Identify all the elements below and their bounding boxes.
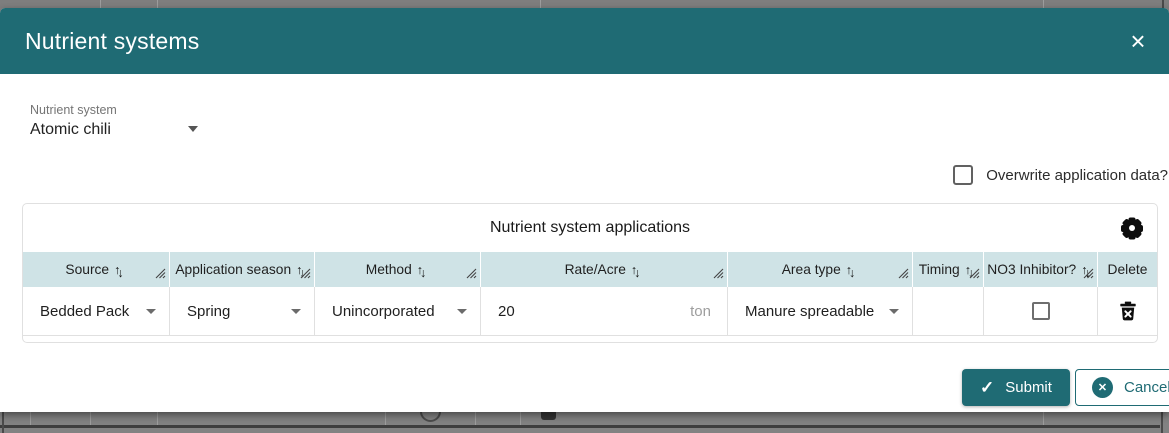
column-resize-icon[interactable] — [155, 267, 166, 282]
timing-cell[interactable] — [912, 287, 983, 335]
nutrient-systems-dialog: Nutrient systems × Nutrient system Atomi… — [0, 8, 1169, 412]
column-header-delete: Delete — [1097, 252, 1157, 287]
cancel-button-label: Cancel — [1124, 379, 1169, 396]
sort-icon: ↑↓ — [630, 262, 641, 280]
overwrite-checkbox-label: Overwrite application data? — [986, 166, 1168, 184]
column-resize-icon[interactable] — [969, 267, 980, 282]
table-title: Nutrient system applications — [489, 219, 691, 236]
method-select[interactable]: Unincorporated — [314, 287, 480, 335]
dimmed-background-top — [0, 0, 1169, 8]
chevron-down-icon — [146, 309, 156, 314]
nutrient-system-select[interactable]: Nutrient system Atomic chili — [30, 103, 198, 139]
chevron-down-icon — [291, 309, 301, 314]
dialog-title: Nutrient systems — [25, 27, 200, 54]
submit-button[interactable]: ✓ Submit — [962, 369, 1070, 406]
sort-icon: ↑↓ — [114, 262, 124, 280]
column-resize-icon[interactable] — [898, 267, 909, 282]
sort-icon: ↑↓ — [845, 262, 856, 280]
delete-row-icon[interactable] — [1119, 301, 1137, 321]
column-header-application-season[interactable]: Application season ↑↓ — [169, 252, 314, 287]
check-icon: ✓ — [980, 377, 995, 397]
nutrient-system-applications-table: Nutrient system applications Source ↑↓ A… — [22, 203, 1158, 343]
overwrite-checkbox[interactable] — [953, 165, 974, 185]
table-title-row: Nutrient system applications — [23, 204, 1157, 252]
table-row: Bedded Pack Spring Unincorporated 20 ton… — [23, 287, 1157, 336]
no3-inhibitor-cell — [983, 287, 1097, 335]
column-header-area-type[interactable]: Area type ↑↓ — [727, 252, 912, 287]
no3-inhibitor-checkbox[interactable] — [1031, 302, 1050, 320]
cancel-circle-x-icon: ✕ — [1092, 377, 1113, 398]
area-type-select[interactable]: Manure spreadable — [727, 287, 912, 335]
column-header-timing[interactable]: Timing ↑↓ — [912, 252, 983, 287]
background-radio-icon — [420, 412, 441, 422]
column-header-rate-acre[interactable]: Rate/Acre ↑↓ — [480, 252, 727, 287]
dimmed-background-bottom — [0, 412, 1169, 433]
gear-icon[interactable] — [1120, 216, 1144, 240]
column-resize-icon[interactable] — [713, 267, 724, 282]
delete-cell — [1097, 287, 1157, 335]
nutrient-system-value: Atomic chili — [30, 121, 111, 138]
column-header-source[interactable]: Source ↑↓ — [23, 252, 169, 287]
background-trash-icon — [541, 412, 556, 420]
cancel-button[interactable]: ✕ Cancel — [1075, 369, 1169, 406]
source-select[interactable]: Bedded Pack — [23, 287, 169, 335]
dialog-header: Nutrient systems × — [0, 8, 1169, 74]
chevron-down-icon — [188, 126, 198, 132]
column-resize-icon[interactable] — [466, 267, 477, 282]
column-resize-icon[interactable] — [1083, 267, 1094, 282]
sort-icon: ↑↓ — [416, 262, 427, 280]
overwrite-application-data-row: Overwrite application data? — [953, 165, 1168, 185]
screen: Nutrient systems × Nutrient system Atomi… — [0, 0, 1169, 433]
column-header-no3-inhibitor[interactable]: NO3 Inhibitor? ↑↓ — [983, 252, 1097, 287]
submit-button-label: Submit — [1005, 379, 1052, 396]
table-header-row: Source ↑↓ Application season ↑↓ Method ↑… — [23, 252, 1157, 287]
rate-unit-label: ton — [690, 302, 711, 320]
column-header-method[interactable]: Method ↑↓ — [314, 252, 480, 287]
column-resize-icon[interactable] — [300, 267, 311, 282]
chevron-down-icon — [889, 309, 899, 314]
close-icon[interactable]: × — [1121, 24, 1155, 58]
chevron-down-icon — [457, 309, 467, 314]
application-season-select[interactable]: Spring — [169, 287, 314, 335]
rate-per-acre-input[interactable]: 20 ton — [480, 287, 727, 335]
nutrient-system-label: Nutrient system — [30, 103, 117, 117]
